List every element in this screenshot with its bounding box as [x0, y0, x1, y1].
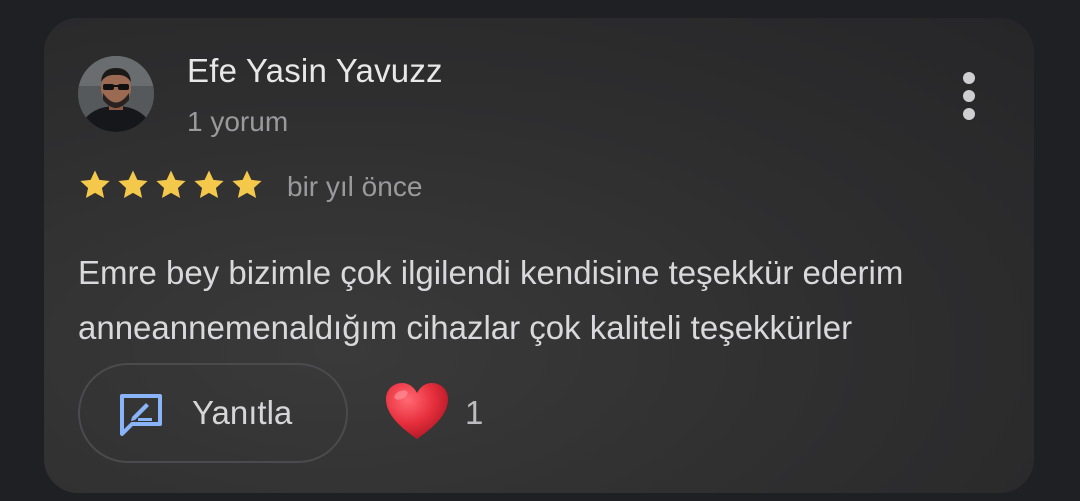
- review-text-line-2: anneannemenaldığım cihazlar çok kaliteli…: [78, 309, 853, 346]
- star-icon: [118, 170, 148, 199]
- review-text: Emre bey bizimle çok ilgilendi kendisine…: [78, 245, 1008, 355]
- like-count: 1: [465, 394, 484, 431]
- more-options-button[interactable]: [949, 68, 989, 124]
- reviewer-name[interactable]: Efe Yasin Yavuzz: [187, 52, 443, 90]
- star-icon: [232, 170, 262, 199]
- star-icon: [194, 170, 224, 199]
- review-count: 1 yorum: [187, 106, 289, 137]
- reply-label: Yanıtla: [192, 394, 293, 431]
- reply-icon: [120, 394, 162, 436]
- star-rating: [78, 168, 264, 202]
- review-card: Efe Yasin Yavuzz 1 yorum bir yıl önce Em…: [44, 18, 1034, 493]
- review-time: bir yıl önce: [287, 171, 423, 202]
- review-text-line-1: Emre bey bizimle çok ilgilendi kendisine…: [78, 254, 904, 291]
- star-icon: [80, 170, 110, 199]
- avatar[interactable]: [78, 56, 154, 132]
- more-vert-icon: [963, 72, 975, 84]
- reply-button[interactable]: Yanıtla: [78, 363, 348, 463]
- heart-icon[interactable]: [384, 381, 450, 443]
- star-icon: [156, 170, 186, 199]
